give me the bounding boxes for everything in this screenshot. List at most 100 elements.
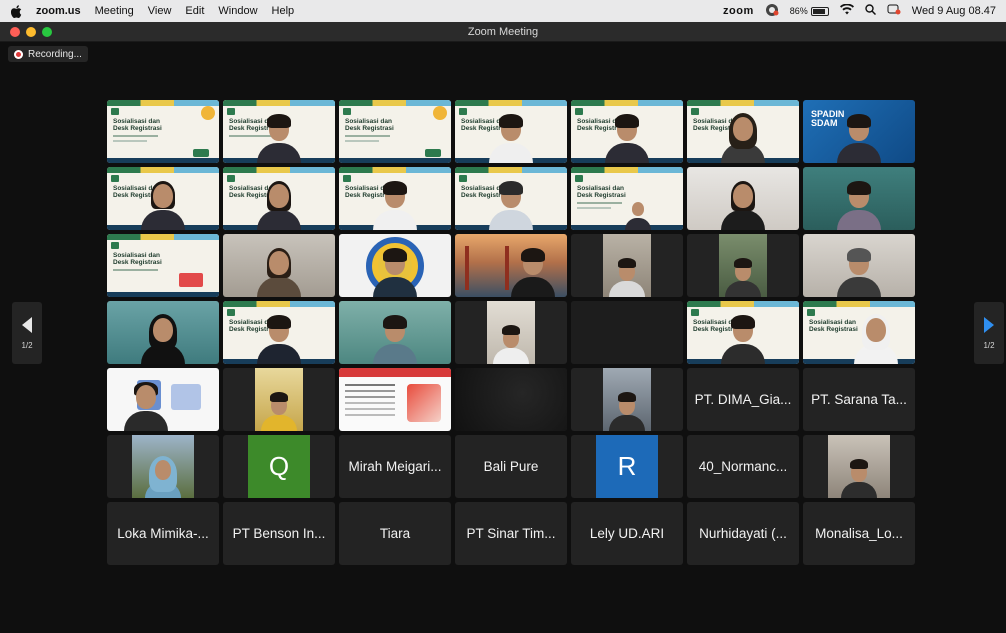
video-feed: [603, 368, 651, 431]
participant-avatar: [625, 200, 652, 230]
zoom-status-icon[interactable]: [765, 3, 779, 20]
participant-name-tile[interactable]: 40_Normanc...: [687, 435, 799, 498]
recording-icon: [14, 49, 23, 59]
participant-name-tile[interactable]: PT Benson In...: [223, 502, 335, 565]
gallery-grid: Sosialisasi dan Desk Registrasi Sosialis…: [107, 100, 917, 565]
participant-name-tile[interactable]: Tiara: [339, 502, 451, 565]
participant-avatar: [257, 111, 301, 163]
participant-name-tile[interactable]: Loka Mimika-...: [107, 502, 219, 565]
participant-video-tile[interactable]: [107, 301, 219, 364]
recording-indicator[interactable]: Recording...: [8, 46, 88, 62]
shared-flyer: [339, 368, 451, 431]
participant-video-tile[interactable]: [339, 234, 451, 297]
participant-video-tile[interactable]: [803, 435, 915, 498]
participant-avatar: [141, 178, 185, 230]
control-center-icon[interactable]: [887, 4, 901, 18]
participant-video-tile[interactable]: Sosialisasi dan Desk Registrasi: [223, 167, 335, 230]
participant-name-tile[interactable]: PT. DIMA_Gia...: [687, 368, 799, 431]
participant-name-tile[interactable]: Monalisa_Lo...: [803, 502, 915, 565]
menu-meeting[interactable]: Meeting: [95, 5, 134, 17]
battery-status[interactable]: 86%: [790, 6, 829, 16]
participant-avatar-tile[interactable]: Q: [223, 435, 335, 498]
participant-name-tile[interactable]: Nurhidayati (...: [687, 502, 799, 565]
participant-video-tile[interactable]: Sosialisasi dan Desk Registrasi: [571, 100, 683, 163]
video-feed: [719, 234, 767, 297]
menu-help[interactable]: Help: [272, 5, 295, 17]
shared-slide: Sosialisasi dan Desk Registrasi: [107, 100, 219, 163]
participant-video-tile[interactable]: Sosialisasi dan Desk Registrasi: [107, 234, 219, 297]
search-icon[interactable]: [865, 4, 876, 18]
participant-name-tile[interactable]: Lely UD.ARI: [571, 502, 683, 565]
wifi-icon[interactable]: [839, 3, 854, 18]
participant-avatar: [721, 178, 765, 230]
participant-name: Loka Mimika-...: [117, 526, 209, 541]
menu-app-name[interactable]: zoom.us: [36, 5, 81, 17]
participant-video-tile[interactable]: [455, 368, 567, 431]
participant-video-tile[interactable]: Sosialisasi dan Desk Registrasi: [223, 301, 335, 364]
fullscreen-window-button[interactable]: [42, 27, 52, 37]
participant-name-tile[interactable]: PT. Sarana Ta...: [803, 368, 915, 431]
participant-name-tile[interactable]: Mirah Meigari...: [339, 435, 451, 498]
menu-window[interactable]: Window: [218, 5, 257, 17]
participant-avatar: [837, 245, 881, 297]
slide-heading: Sosialisasi dan Desk Registrasi: [113, 118, 162, 132]
participant-avatar: [373, 178, 417, 230]
slide-heading: Sosialisasi dan Desk Registrasi: [113, 252, 162, 266]
menu-bar: zoom.us Meeting View Edit Window Help zo…: [0, 0, 1006, 22]
participant-video-tile[interactable]: Sosialisasi dan Desk Registrasi: [687, 100, 799, 163]
participant-video-tile[interactable]: [223, 234, 335, 297]
participant-avatar: [841, 456, 877, 498]
participant-video-tile[interactable]: [339, 368, 451, 431]
active-speaker-tile[interactable]: Sosialisasi dan Desk Registrasi: [223, 100, 335, 163]
participant-video-tile[interactable]: [687, 167, 799, 230]
participant-video-tile[interactable]: Sosialisasi dan Desk Registrasi: [339, 167, 451, 230]
minimize-window-button[interactable]: [26, 27, 36, 37]
participant-video-tile[interactable]: Sosialisasi dan Desk Registrasi: [107, 100, 219, 163]
recording-label: Recording...: [28, 48, 82, 60]
participant-video-tile[interactable]: [803, 234, 915, 297]
participant-video-tile[interactable]: Sosialisasi dan Desk Registrasi: [455, 100, 567, 163]
participant-name: 40_Normanc...: [698, 459, 788, 474]
participant-avatar: [145, 454, 181, 498]
menu-edit[interactable]: Edit: [185, 5, 204, 17]
participant-initial-avatar: Q: [248, 435, 310, 498]
participant-video-tile[interactable]: Sosialisasi dan Desk Registrasi: [455, 167, 567, 230]
participant-name: Tiara: [379, 526, 411, 541]
chevron-left-icon: [22, 316, 32, 333]
participant-avatar-tile[interactable]: R: [571, 435, 683, 498]
participant-video-tile[interactable]: [571, 368, 683, 431]
participant-video-tile[interactable]: Sosialisasi dan Desk Registrasi: [687, 301, 799, 364]
participant-video-tile[interactable]: Sosialisasi dan Desk Registrasi: [571, 167, 683, 230]
window-controls: [10, 27, 52, 37]
participant-video-tile[interactable]: [455, 234, 567, 297]
participant-video-tile[interactable]: [455, 301, 567, 364]
participant-video-tile[interactable]: [571, 301, 683, 364]
battery-percent: 86%: [789, 6, 808, 16]
participant-video-tile[interactable]: [107, 368, 219, 431]
apple-icon[interactable]: [10, 4, 22, 18]
participant-name-tile[interactable]: Bali Pure: [455, 435, 567, 498]
menubar-clock[interactable]: Wed 9 Aug 08.47: [912, 5, 996, 17]
participant-video-tile[interactable]: [687, 234, 799, 297]
participant-video-tile[interactable]: Sosialisasi dan Desk Registrasi: [339, 100, 451, 163]
participant-video-tile[interactable]: Sosialisasi dan Desk Registrasi: [107, 167, 219, 230]
participant-video-tile[interactable]: SPADIN SDAM: [803, 100, 915, 163]
participant-video-tile[interactable]: [223, 368, 335, 431]
participant-avatar: [511, 245, 556, 297]
participant-video-tile[interactable]: [571, 234, 683, 297]
close-window-button[interactable]: [10, 27, 20, 37]
participant-name: Monalisa_Lo...: [815, 526, 903, 541]
next-page-button[interactable]: 1/2: [974, 302, 1004, 364]
participant-video-tile[interactable]: [339, 301, 451, 364]
participant-name-tile[interactable]: PT Sinar Tim...: [455, 502, 567, 565]
chevron-right-icon: [984, 316, 994, 333]
participant-video-tile[interactable]: [107, 435, 219, 498]
zoom-status-brand[interactable]: zoom: [723, 5, 754, 17]
participant-avatar: [605, 111, 649, 163]
participant-video-tile[interactable]: [803, 167, 915, 230]
status-area: zoom 86% Wed 9 Aug 08.47: [723, 3, 996, 20]
previous-page-button[interactable]: 1/2: [12, 302, 42, 364]
participant-video-tile[interactable]: Sosialisasi dan Desk Registrasi: [803, 301, 915, 364]
menu-view[interactable]: View: [148, 5, 172, 17]
participant-name: Nurhidayati (...: [699, 526, 787, 541]
